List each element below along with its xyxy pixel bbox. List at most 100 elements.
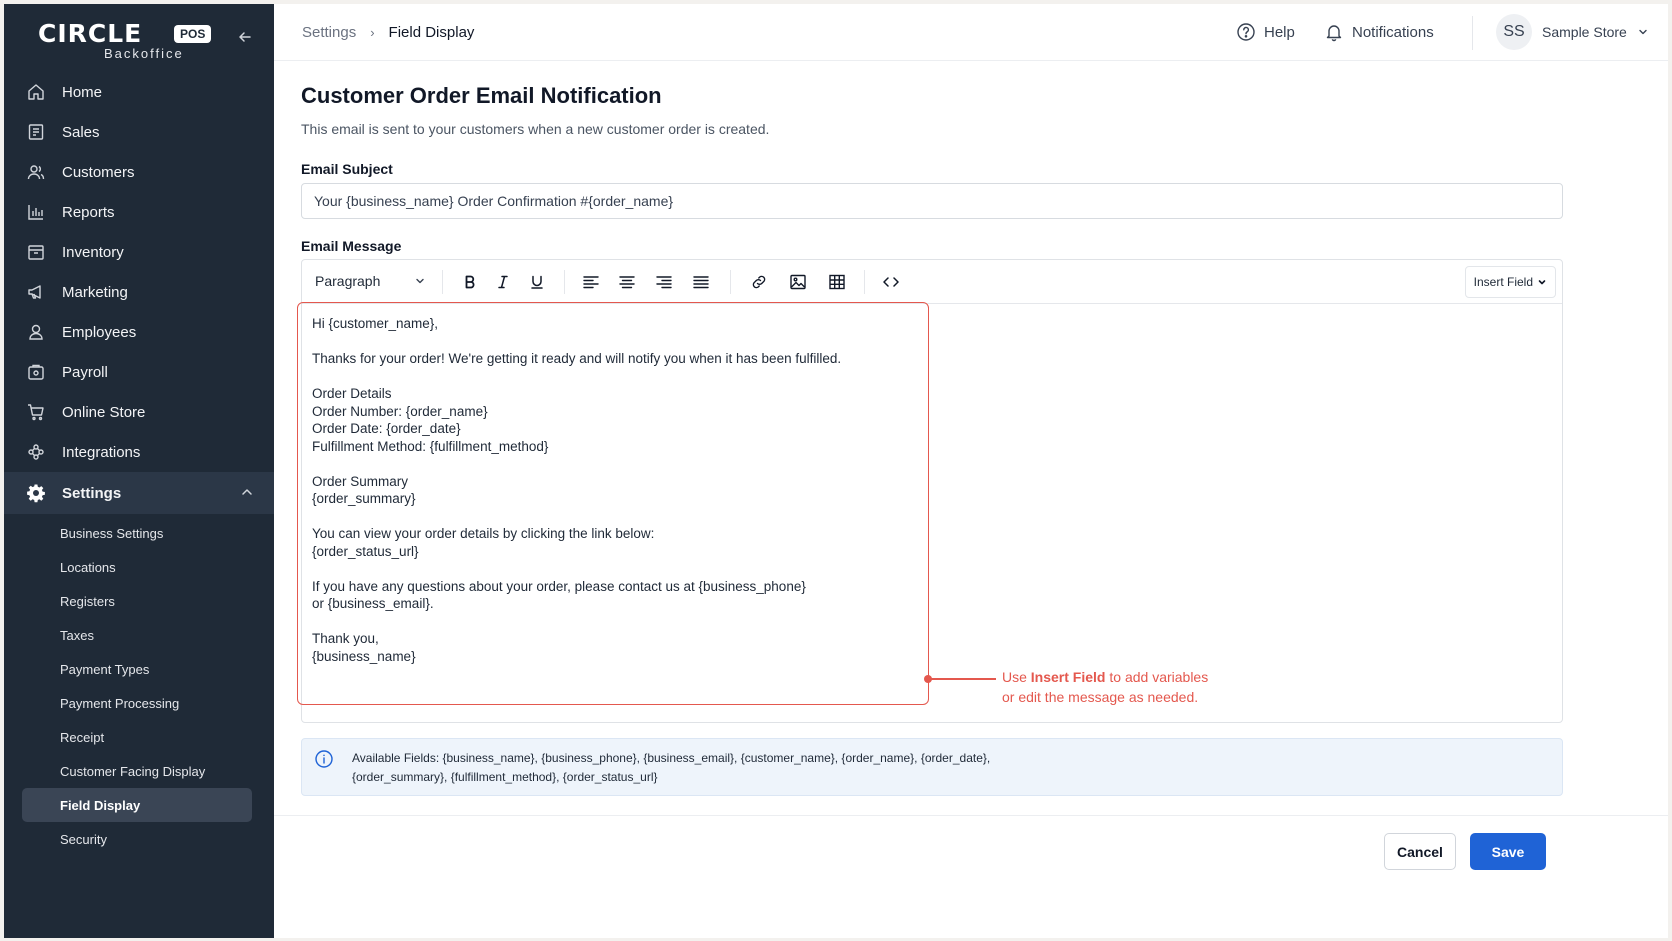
chevron-down-icon: [1538, 280, 1546, 285]
chevron-up-icon: [242, 489, 252, 495]
email-subject-input[interactable]: [301, 183, 1563, 219]
toolbar-divider: [730, 270, 731, 294]
brand-sub: Backoffice: [104, 46, 184, 61]
sidebar-item-label: Settings: [62, 484, 122, 502]
available-fields-line2: {order_summary}, {fulfillment_method}, {…: [352, 770, 658, 784]
email-message-text: Hi {customer_name}, Thanks for your orde…: [312, 316, 842, 664]
sidebar-item-sales[interactable]: Sales: [4, 112, 274, 152]
sidebar-item-integrations[interactable]: Integrations: [4, 432, 274, 472]
insert-image-button[interactable]: [787, 271, 809, 293]
callout-line: [928, 678, 996, 680]
bell-icon: [1326, 25, 1342, 42]
paragraph-format-select[interactable]: Paragraph: [315, 273, 426, 289]
rich-text-editor: Paragraph Insert Field Hi {customer_name…: [297, 259, 1563, 723]
image-icon: [790, 274, 806, 290]
sidebar: CIRCLE POS Backoffice Home Sales Custome…: [4, 4, 274, 938]
italic-button[interactable]: [492, 271, 514, 293]
top-bar: Settings › Field Display Help Notificati…: [274, 4, 1668, 61]
bar-chart-icon: [28, 205, 43, 220]
justify-button[interactable]: [690, 271, 712, 293]
sidebar-subitem-locations[interactable]: Locations: [4, 550, 252, 584]
insert-field-callout: Use Insert Field to add variables or edi…: [1002, 667, 1262, 707]
underline-button[interactable]: [526, 271, 548, 293]
sidebar-item-home[interactable]: Home: [4, 72, 274, 112]
sidebar-item-settings[interactable]: Settings: [4, 472, 274, 514]
sidebar-item-customers[interactable]: Customers: [4, 152, 274, 192]
sidebar-nav: Home Sales Customers Reports Inventory M…: [4, 72, 274, 856]
align-left-icon: [583, 276, 599, 289]
brand-badge: POS: [174, 25, 212, 43]
callout-text-bold: Insert Field: [1030, 669, 1106, 685]
sidebar-subitem-security[interactable]: Security: [4, 822, 252, 856]
sidebar-item-reports[interactable]: Reports: [4, 192, 274, 232]
app-window: CIRCLE POS Backoffice Home Sales Custome…: [4, 4, 1668, 938]
sidebar-item-label: Marketing: [62, 283, 128, 301]
sidebar-item-label: Payroll: [62, 363, 108, 381]
notifications-button[interactable]: Notifications: [1324, 22, 1434, 42]
sidebar-subitem-field-display[interactable]: Field Display: [22, 788, 252, 822]
breadcrumb-separator-icon: ›: [370, 25, 375, 40]
collapse-sidebar-button[interactable]: [234, 26, 256, 48]
sidebar-subitem-registers[interactable]: Registers: [4, 584, 252, 618]
align-center-icon: [619, 276, 635, 289]
settings-submenu: Business Settings Locations Registers Ta…: [4, 514, 274, 856]
sidebar-subitem-receipt[interactable]: Receipt: [4, 720, 252, 754]
align-right-icon: [656, 276, 672, 289]
email-message-body[interactable]: Hi {customer_name}, Thanks for your orde…: [297, 302, 929, 705]
sidebar-subitem-payment-processing[interactable]: Payment Processing: [4, 686, 252, 720]
megaphone-icon: [28, 285, 41, 299]
available-fields-line1: Available Fields: {business_name}, {busi…: [352, 751, 991, 765]
sidebar-subitem-customer-facing-display[interactable]: Customer Facing Display: [4, 754, 252, 788]
sidebar-item-label: Customers: [62, 163, 135, 181]
sidebar-item-label: Sales: [62, 123, 100, 141]
callout-text-post: to add variables: [1105, 669, 1209, 685]
link-button[interactable]: [748, 271, 770, 293]
sidebar-item-label: Online Store: [62, 403, 146, 421]
insert-field-dropdown[interactable]: Insert Field: [1464, 266, 1556, 298]
callout-text-line2: or edit the message as needed.: [1002, 689, 1199, 705]
bold-button[interactable]: [459, 271, 481, 293]
sidebar-item-online-store[interactable]: Online Store: [4, 392, 274, 432]
receipt-icon: [28, 124, 44, 140]
sidebar-item-label: Reports: [62, 203, 115, 221]
insert-table-button[interactable]: [826, 271, 848, 293]
sidebar-item-employees[interactable]: Employees: [4, 312, 274, 352]
table-icon: [829, 274, 845, 290]
save-button[interactable]: Save: [1470, 833, 1546, 870]
align-right-button[interactable]: [653, 271, 675, 293]
box-icon: [28, 245, 44, 260]
sidebar-item-label: Inventory: [62, 243, 124, 261]
available-fields-info: Available Fields: {business_name}, {busi…: [301, 738, 1563, 796]
help-icon: [1237, 23, 1255, 41]
account-menu[interactable]: SS Sample Store: [1496, 14, 1649, 50]
sidebar-item-inventory[interactable]: Inventory: [4, 232, 274, 272]
gear-icon: [27, 484, 45, 503]
arrow-left-icon: [239, 32, 251, 42]
sidebar-subitem-business-settings[interactable]: Business Settings: [4, 516, 252, 550]
sidebar-subitem-taxes[interactable]: Taxes: [4, 618, 252, 652]
sidebar-item-marketing[interactable]: Marketing: [4, 272, 274, 312]
home-icon: [28, 84, 44, 100]
email-subject-label: Email Subject: [301, 161, 393, 177]
cart-icon: [28, 404, 44, 421]
footer-divider: [274, 815, 1668, 816]
sidebar-item-payroll[interactable]: Payroll: [4, 352, 274, 392]
align-left-button[interactable]: [580, 271, 602, 293]
brand-name: CIRCLE: [38, 19, 143, 48]
breadcrumb-settings[interactable]: Settings: [302, 24, 356, 41]
avatar: SS: [1496, 14, 1532, 50]
source-code-button[interactable]: [880, 271, 902, 293]
brand-logo: CIRCLE POS Backoffice: [38, 19, 212, 61]
store-name: Sample Store: [1542, 24, 1627, 40]
sidebar-item-label: Home: [62, 83, 103, 101]
sidebar-item-label: Employees: [62, 323, 137, 341]
toolbar-divider: [864, 270, 865, 294]
align-center-button[interactable]: [616, 271, 638, 293]
available-fields-text: Available Fields: {business_name}, {busi…: [352, 749, 1052, 787]
cancel-button[interactable]: Cancel: [1384, 833, 1456, 870]
link-icon: [752, 275, 766, 289]
sidebar-subitem-payment-types[interactable]: Payment Types: [4, 652, 252, 686]
help-button[interactable]: Help: [1236, 22, 1295, 42]
topbar-divider: [1472, 16, 1473, 50]
callout-text-pre: Use: [1002, 669, 1031, 685]
